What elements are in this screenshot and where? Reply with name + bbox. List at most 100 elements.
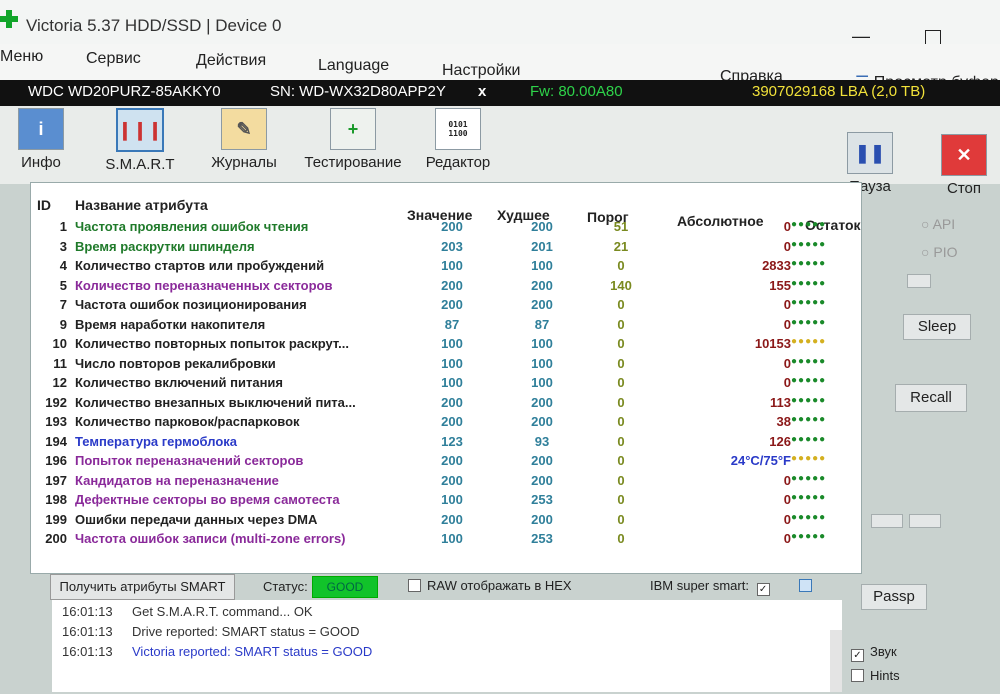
table-row[interactable]: 12 Количество включений питания 100 100 0 0 ●●… [31, 375, 861, 394]
drive-lba: 3907029168 LBA (2,0 TB) [752, 83, 926, 100]
attr-value: 200 [441, 394, 463, 410]
attr-worst: 200 [531, 394, 553, 410]
drive-firmware: Fw: 80.00A80 [530, 83, 623, 100]
info-icon: i [18, 108, 64, 150]
attr-name: Количество переназначенных секторов [75, 277, 333, 293]
tab-smart[interactable]: ❙❙❙ S.M.A.R.T [104, 108, 176, 173]
raw-hex-checkbox[interactable]: RAW отображать в HEX [408, 578, 572, 593]
attr-id: 9 [59, 316, 67, 332]
attr-id: 198 [45, 492, 67, 507]
plus-icon: + [330, 108, 376, 150]
ibm-super-smart-checkbox[interactable]: IBM super smart: ✓ [650, 578, 818, 596]
small-toggle-button[interactable] [907, 274, 931, 288]
attr-id: 5 [59, 277, 67, 293]
attr-raw: 0 [783, 219, 791, 234]
attr-raw: 0 [783, 297, 791, 312]
attr-threshold: 0 [617, 316, 625, 332]
attr-id: 197 [45, 472, 67, 488]
ibm-label: IBM super smart: [650, 578, 749, 593]
log-entry: 16:01:13 Get S.M.A.R.T. command... OK [62, 604, 313, 619]
passp-button[interactable]: Passp [861, 584, 927, 610]
checkbox-icon [408, 579, 421, 592]
table-row[interactable]: 193 Количество парковок/распарковок 200 200… [31, 414, 861, 433]
attr-worst: 100 [531, 336, 553, 351]
status-label: Статус: [263, 579, 308, 594]
checkbox-icon [851, 669, 864, 682]
table-row[interactable]: 192 Количество внезапных выключений пита.… [31, 395, 861, 414]
table-row[interactable]: 10 Количество повторных попыток раскрут..… [31, 336, 861, 355]
color-square-icon[interactable] [799, 579, 813, 592]
menu-main[interactable]: Меню [0, 48, 43, 66]
drive-model[interactable]: WDC WD20PURZ-85AKKY0 [28, 83, 221, 100]
table-row[interactable]: 199 Ошибки передачи данных через DMA 200 20… [31, 512, 861, 531]
sound-checkbox[interactable]: ✓ Звук [851, 644, 897, 662]
aux-button-1[interactable] [871, 514, 903, 528]
status-badge: GOOD [312, 576, 378, 598]
attr-raw: 38 [776, 414, 791, 429]
table-row[interactable]: 198 Дефектные секторы во время самотеста 1… [31, 492, 861, 511]
drive-close-button[interactable]: x [478, 83, 486, 100]
drive-serial: SN: WD-WX32D80APP2Y [270, 83, 446, 100]
attr-id: 196 [45, 453, 67, 468]
attr-raw: 0 [783, 238, 791, 254]
table-row[interactable]: 11 Число повторов рекалибровки 100 100 0 0 ●●●… [31, 356, 861, 375]
attr-raw: 0 [783, 511, 791, 527]
attr-worst: 253 [531, 531, 553, 546]
table-row[interactable]: 196 Попыток переназначений секторов 200 200… [31, 453, 861, 472]
pio-radio[interactable]: ○ PIO [921, 244, 957, 260]
recall-button[interactable]: Recall [895, 384, 967, 412]
attr-raw: 0 [783, 355, 791, 371]
log-time: 16:01:13 [62, 624, 113, 639]
menu-actions[interactable]: Действия [196, 52, 266, 70]
attr-worst: 200 [531, 511, 553, 527]
pio-label: PIO [933, 244, 958, 260]
attr-worst: 253 [531, 492, 553, 507]
sound-label: Звук [870, 644, 897, 659]
drive-info-bar: WDC WD20PURZ-85AKKY0 SN: WD-WX32D80APP2Y… [0, 80, 1000, 106]
attr-id: 11 [53, 355, 67, 371]
menu-language[interactable]: Language [318, 57, 389, 75]
table-row[interactable]: 200 Частота ошибок записи (multi-zone err… [31, 531, 861, 550]
attr-value: 200 [441, 219, 463, 234]
tab-info[interactable]: i Инфо [14, 108, 68, 171]
table-row[interactable]: 3 Время раскрутки шпинделя 203 201 21 0 ●●●●● [31, 239, 861, 258]
get-smart-button[interactable]: Получить атрибуты SMART [50, 574, 235, 600]
journal-icon: ✎ [221, 108, 267, 150]
table-row[interactable]: 197 Кандидатов на переназначение 200 200 0 0 ●… [31, 473, 861, 492]
table-row[interactable]: 194 Температура гермоблока 123 93 0 126 ●●●●● [31, 434, 861, 453]
attr-name: Время наработки накопителя [75, 316, 266, 332]
attr-worst: 100 [531, 375, 553, 390]
table-row[interactable]: 5 Количество переназначенных секторов 200 2… [31, 278, 861, 297]
tab-testing[interactable]: + Тестирование [300, 108, 406, 171]
attr-name: Дефектные секторы во время самотеста [75, 492, 340, 507]
tab-editor[interactable]: 0101 1100 Редактор [420, 108, 496, 171]
attr-threshold: 51 [613, 219, 629, 234]
aux-button-2[interactable] [909, 514, 941, 528]
log-time: 16:01:13 [62, 644, 113, 659]
menu-settings[interactable]: Настройки [442, 62, 520, 80]
api-radio[interactable]: ○ API [921, 216, 955, 232]
attr-threshold: 0 [617, 433, 625, 449]
attr-raw: 0 [783, 375, 791, 390]
attr-threshold: 0 [617, 414, 625, 429]
window-title: Victoria 5.37 HDD/SSD | Device 0 [26, 16, 282, 35]
log-time: 16:01:13 [62, 604, 113, 619]
attr-raw: 155 [769, 277, 791, 293]
tab-logs-label: Журналы [211, 154, 277, 171]
attr-value: 200 [441, 277, 463, 293]
table-row[interactable]: 9 Время наработки накопителя 87 87 0 0 ●●●●● [31, 317, 861, 336]
hints-checkbox[interactable]: Hints [851, 668, 900, 683]
tab-logs[interactable]: ✎ Журналы [208, 108, 280, 171]
table-row[interactable]: 1 Частота проявления ошибок чтения 200 200 5… [31, 219, 861, 238]
menu-service[interactable]: Сервис [86, 50, 141, 68]
log-panel[interactable]: 16:01:13 Get S.M.A.R.T. command... OK 16:… [52, 600, 842, 692]
test-tubes-icon: ❙❙❙ [116, 108, 164, 152]
table-row[interactable]: 7 Частота ошибок позиционирования 200 200 0 0… [31, 297, 861, 316]
col-name[interactable]: Название атрибута [75, 197, 208, 213]
attr-name: Частота проявления ошибок чтения [75, 219, 309, 234]
sleep-button[interactable]: Sleep [903, 314, 971, 340]
smart-bottom-bar: Получить атрибуты SMART Статус: GOOD RAW… [50, 574, 850, 602]
attr-name: Температура гермоблока [75, 433, 238, 449]
col-id[interactable]: ID [37, 197, 51, 213]
table-row[interactable]: 4 Количество стартов или пробуждений 100 10… [31, 258, 861, 277]
